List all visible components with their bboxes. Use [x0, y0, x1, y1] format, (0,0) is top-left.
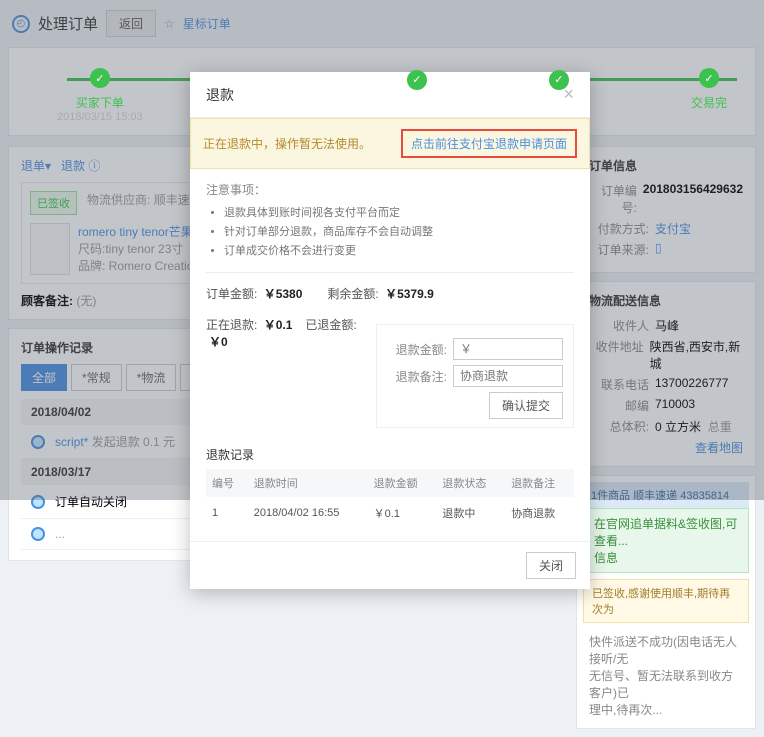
close-button[interactable]: 关闭 [526, 552, 576, 579]
notes-list: 退款具体到账时间视各支付平台而定针对订单部分退款，商品库存不会自动调整订单成交价… [206, 204, 574, 258]
check-icon: ✓ [407, 70, 427, 90]
refund-records-title: 退款记录 [206, 446, 574, 463]
modal-title: 退款 [206, 85, 234, 105]
alipay-refund-link[interactable]: 点击前往支付宝退款申请页面 [411, 137, 567, 151]
refund-modal: 退款 × 正在退款中，操作暂无法使用。 点击前往支付宝退款申请页面 注意事项： … [190, 72, 590, 589]
refund-amount-input[interactable] [453, 338, 563, 360]
step-done: 交易完 [691, 94, 727, 111]
refund-note-input[interactable] [453, 365, 563, 387]
confirm-submit-button[interactable]: 确认提交 [489, 392, 563, 419]
step-order: 买家下单 [76, 94, 124, 111]
check-icon: ✓ [549, 70, 569, 90]
table-row: 12018/04/02 16:55￥0.1退款中协商退款 [206, 497, 574, 529]
refund-records-table: 编号退款时间退款金额退款状态退款备注 12018/04/02 16:55￥0.1… [206, 469, 574, 529]
check-icon: ✓ [90, 68, 110, 88]
check-icon: ✓ [699, 68, 719, 88]
warning-bar: 正在退款中，操作暂无法使用。 点击前往支付宝退款申请页面 [190, 118, 590, 169]
